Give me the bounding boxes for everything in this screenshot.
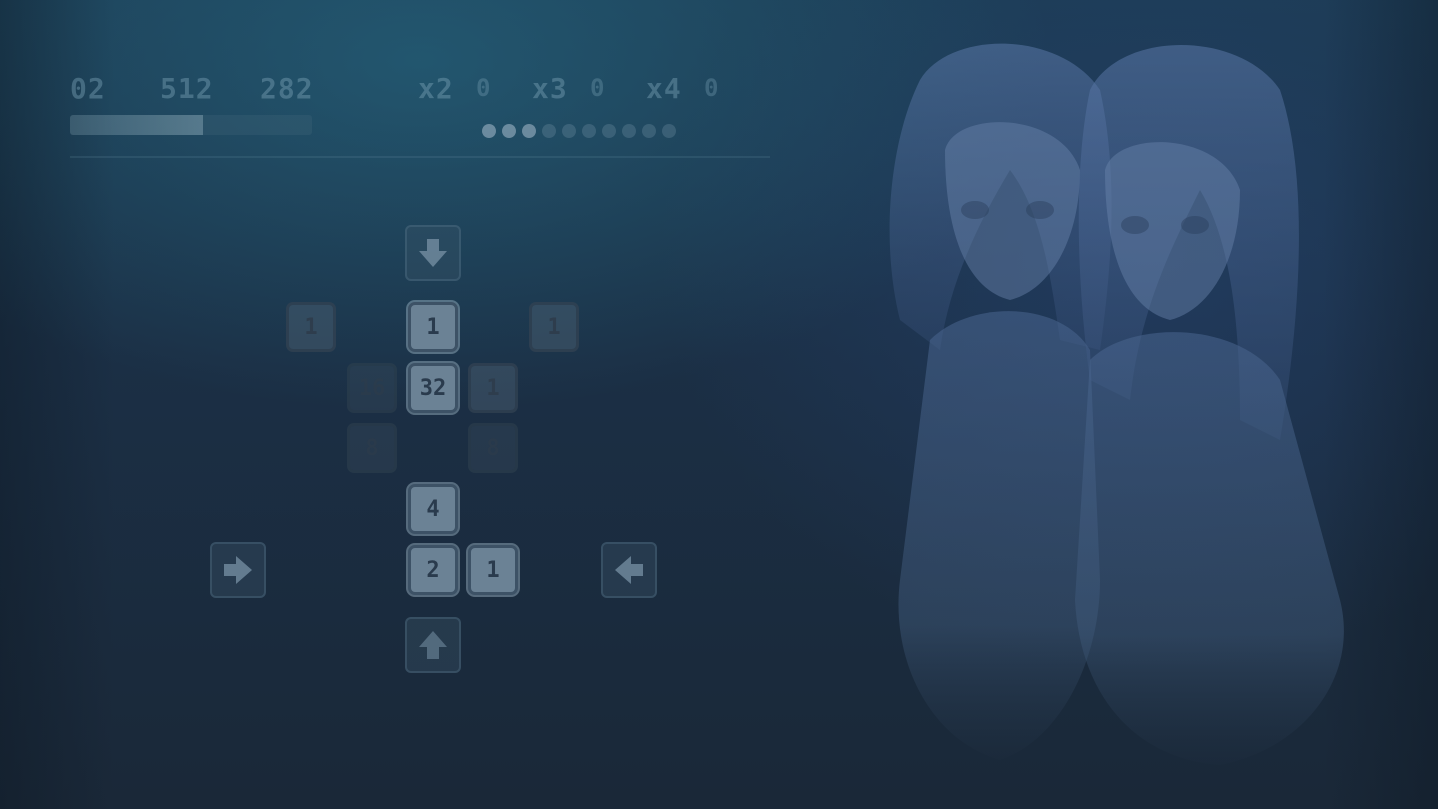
level-number: 02 (70, 72, 106, 105)
arrow-left-icon (615, 556, 643, 584)
stage-dot (522, 124, 536, 138)
best-value: 282 (260, 72, 314, 105)
stage-dot (662, 124, 676, 138)
tile-value: 2 (426, 557, 440, 583)
stage-dot (622, 124, 636, 138)
tile-value: 32 (419, 375, 447, 401)
arrow-up-icon (419, 631, 447, 659)
multiplier-x2-count: 0 (476, 74, 492, 102)
stage-dot (562, 124, 576, 138)
tile-value: 16 (358, 375, 386, 401)
character-artwork (889, 43, 1344, 765)
tile: 8 (468, 423, 518, 473)
stage-dot (582, 124, 596, 138)
arrow-left-button[interactable] (601, 542, 657, 598)
tile-value: 1 (486, 557, 500, 583)
arrow-right-icon (224, 556, 252, 584)
arrow-right-button[interactable] (210, 542, 266, 598)
multiplier-x3-count: 0 (590, 74, 606, 102)
tile: 8 (347, 423, 397, 473)
multiplier-x2-label: x2 (418, 72, 454, 105)
hud-divider (70, 156, 770, 158)
score-value: 512 (160, 72, 214, 105)
tile: 1 (286, 302, 336, 352)
tile-value: 1 (547, 314, 561, 340)
stage-dot (482, 124, 496, 138)
stage-dot (602, 124, 616, 138)
multiplier-x4-label: x4 (646, 72, 682, 105)
tile: 1 (529, 302, 579, 352)
tile: 32 (408, 363, 458, 413)
tile-value: 1 (304, 314, 318, 340)
tile: 2 (408, 545, 458, 595)
arrow-up-button[interactable] (405, 617, 461, 673)
multiplier-x3-label: x3 (532, 72, 568, 105)
stage-dot (542, 124, 556, 138)
tile: 1 (468, 545, 518, 595)
tile: 16 (347, 363, 397, 413)
tile: 1 (468, 363, 518, 413)
arrow-down-icon (419, 239, 447, 267)
tile-value: 4 (426, 496, 440, 522)
stage-dot (642, 124, 656, 138)
tile-value: 1 (426, 314, 440, 340)
level-progress-bar (70, 115, 312, 135)
tile: 1 (408, 302, 458, 352)
multiplier-x4-count: 0 (704, 74, 720, 102)
tile-value: 8 (486, 435, 500, 461)
stage-indicator-dots (482, 124, 676, 138)
tile-value: 1 (486, 375, 500, 401)
tile-value: 8 (365, 435, 379, 461)
stage-dot (502, 124, 516, 138)
level-progress-fill (70, 115, 204, 135)
arrow-down-button[interactable] (405, 225, 461, 281)
tile: 4 (408, 484, 458, 534)
